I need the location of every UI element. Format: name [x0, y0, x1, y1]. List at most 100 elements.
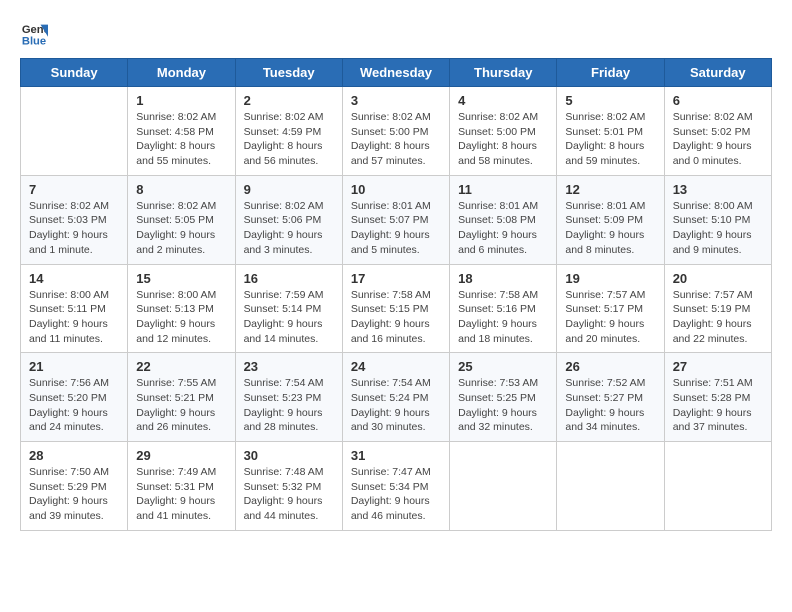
day-number: 10	[351, 182, 441, 197]
calendar-cell: 7 Sunrise: 8:02 AM Sunset: 5:03 PM Daylig…	[21, 175, 128, 264]
day-number: 2	[244, 93, 334, 108]
day-info: Sunrise: 8:02 AM Sunset: 5:00 PM Dayligh…	[351, 110, 441, 169]
day-info: Sunrise: 7:47 AM Sunset: 5:34 PM Dayligh…	[351, 465, 441, 524]
calendar-cell: 4 Sunrise: 8:02 AM Sunset: 5:00 PM Daylig…	[450, 87, 557, 176]
calendar-cell: 16 Sunrise: 7:59 AM Sunset: 5:14 PM Dayli…	[235, 264, 342, 353]
day-number: 1	[136, 93, 226, 108]
day-number: 23	[244, 359, 334, 374]
calendar-cell: 25 Sunrise: 7:53 AM Sunset: 5:25 PM Dayli…	[450, 353, 557, 442]
day-number: 15	[136, 271, 226, 286]
day-info: Sunrise: 7:51 AM Sunset: 5:28 PM Dayligh…	[673, 376, 763, 435]
col-header-friday: Friday	[557, 59, 664, 87]
calendar-cell: 14 Sunrise: 8:00 AM Sunset: 5:11 PM Dayli…	[21, 264, 128, 353]
calendar-cell	[450, 442, 557, 531]
calendar-cell: 28 Sunrise: 7:50 AM Sunset: 5:29 PM Dayli…	[21, 442, 128, 531]
day-info: Sunrise: 8:02 AM Sunset: 5:01 PM Dayligh…	[565, 110, 655, 169]
day-info: Sunrise: 7:54 AM Sunset: 5:23 PM Dayligh…	[244, 376, 334, 435]
day-number: 9	[244, 182, 334, 197]
calendar-cell: 8 Sunrise: 8:02 AM Sunset: 5:05 PM Daylig…	[128, 175, 235, 264]
calendar-cell: 21 Sunrise: 7:56 AM Sunset: 5:20 PM Dayli…	[21, 353, 128, 442]
calendar-cell: 30Sunrise: 7:48 AM Sunset: 5:32 PM Dayli…	[235, 442, 342, 531]
day-info: Sunrise: 7:49 AM Sunset: 5:31 PM Dayligh…	[136, 465, 226, 524]
calendar-cell: 17 Sunrise: 7:58 AM Sunset: 5:15 PM Dayli…	[342, 264, 449, 353]
calendar-cell: 12 Sunrise: 8:01 AM Sunset: 5:09 PM Dayli…	[557, 175, 664, 264]
calendar-cell: 11 Sunrise: 8:01 AM Sunset: 5:08 PM Dayli…	[450, 175, 557, 264]
calendar-cell: 29Sunrise: 7:49 AM Sunset: 5:31 PM Dayli…	[128, 442, 235, 531]
day-number: 6	[673, 93, 763, 108]
day-number: 5	[565, 93, 655, 108]
header-row: SundayMondayTuesdayWednesdayThursdayFrid…	[21, 59, 772, 87]
day-info: Sunrise: 7:59 AM Sunset: 5:14 PM Dayligh…	[244, 288, 334, 347]
calendar-cell: 22Sunrise: 7:55 AM Sunset: 5:21 PM Dayli…	[128, 353, 235, 442]
col-header-wednesday: Wednesday	[342, 59, 449, 87]
calendar-cell: 19Sunrise: 7:57 AM Sunset: 5:17 PM Dayli…	[557, 264, 664, 353]
day-number: 26	[565, 359, 655, 374]
col-header-sunday: Sunday	[21, 59, 128, 87]
day-info: Sunrise: 8:01 AM Sunset: 5:07 PM Dayligh…	[351, 199, 441, 258]
day-info: Sunrise: 8:00 AM Sunset: 5:10 PM Dayligh…	[673, 199, 763, 258]
calendar-cell: 9Sunrise: 8:02 AM Sunset: 5:06 PM Daylig…	[235, 175, 342, 264]
col-header-tuesday: Tuesday	[235, 59, 342, 87]
day-number: 28	[29, 448, 119, 463]
calendar-cell: 31 Sunrise: 7:47 AM Sunset: 5:34 PM Dayli…	[342, 442, 449, 531]
day-number: 22	[136, 359, 226, 374]
day-info: Sunrise: 7:48 AM Sunset: 5:32 PM Dayligh…	[244, 465, 334, 524]
day-info: Sunrise: 7:50 AM Sunset: 5:29 PM Dayligh…	[29, 465, 119, 524]
day-info: Sunrise: 7:54 AM Sunset: 5:24 PM Dayligh…	[351, 376, 441, 435]
day-info: Sunrise: 8:02 AM Sunset: 4:59 PM Dayligh…	[244, 110, 334, 169]
col-header-monday: Monday	[128, 59, 235, 87]
day-number: 16	[244, 271, 334, 286]
day-number: 18	[458, 271, 548, 286]
day-info: Sunrise: 8:02 AM Sunset: 5:02 PM Dayligh…	[673, 110, 763, 169]
day-number: 8	[136, 182, 226, 197]
week-row-3: 14 Sunrise: 8:00 AM Sunset: 5:11 PM Dayli…	[21, 264, 772, 353]
day-number: 12	[565, 182, 655, 197]
calendar-cell: 6 Sunrise: 8:02 AM Sunset: 5:02 PM Daylig…	[664, 87, 771, 176]
calendar-cell: 10 Sunrise: 8:01 AM Sunset: 5:07 PM Dayli…	[342, 175, 449, 264]
calendar-cell: 15 Sunrise: 8:00 AM Sunset: 5:13 PM Dayli…	[128, 264, 235, 353]
day-info: Sunrise: 7:57 AM Sunset: 5:19 PM Dayligh…	[673, 288, 763, 347]
day-info: Sunrise: 7:58 AM Sunset: 5:16 PM Dayligh…	[458, 288, 548, 347]
calendar-cell: 24 Sunrise: 7:54 AM Sunset: 5:24 PM Dayli…	[342, 353, 449, 442]
calendar-cell	[557, 442, 664, 531]
day-number: 27	[673, 359, 763, 374]
calendar-cell: 27 Sunrise: 7:51 AM Sunset: 5:28 PM Dayli…	[664, 353, 771, 442]
svg-text:Blue: Blue	[22, 35, 46, 47]
day-number: 25	[458, 359, 548, 374]
logo-icon: General Blue	[20, 20, 48, 48]
day-info: Sunrise: 8:00 AM Sunset: 5:13 PM Dayligh…	[136, 288, 226, 347]
day-number: 20	[673, 271, 763, 286]
week-row-2: 7 Sunrise: 8:02 AM Sunset: 5:03 PM Daylig…	[21, 175, 772, 264]
day-number: 13	[673, 182, 763, 197]
day-info: Sunrise: 8:02 AM Sunset: 5:03 PM Dayligh…	[29, 199, 119, 258]
day-info: Sunrise: 8:02 AM Sunset: 5:05 PM Dayligh…	[136, 199, 226, 258]
day-number: 19	[565, 271, 655, 286]
day-info: Sunrise: 7:52 AM Sunset: 5:27 PM Dayligh…	[565, 376, 655, 435]
calendar-cell: 1Sunrise: 8:02 AM Sunset: 4:58 PM Daylig…	[128, 87, 235, 176]
logo: General Blue	[20, 20, 52, 48]
day-info: Sunrise: 7:53 AM Sunset: 5:25 PM Dayligh…	[458, 376, 548, 435]
day-info: Sunrise: 8:01 AM Sunset: 5:08 PM Dayligh…	[458, 199, 548, 258]
day-number: 11	[458, 182, 548, 197]
day-number: 31	[351, 448, 441, 463]
day-number: 21	[29, 359, 119, 374]
day-info: Sunrise: 8:02 AM Sunset: 5:00 PM Dayligh…	[458, 110, 548, 169]
calendar-cell: 18 Sunrise: 7:58 AM Sunset: 5:16 PM Dayli…	[450, 264, 557, 353]
col-header-thursday: Thursday	[450, 59, 557, 87]
day-number: 14	[29, 271, 119, 286]
day-number: 3	[351, 93, 441, 108]
calendar-cell	[664, 442, 771, 531]
day-info: Sunrise: 8:00 AM Sunset: 5:11 PM Dayligh…	[29, 288, 119, 347]
week-row-4: 21 Sunrise: 7:56 AM Sunset: 5:20 PM Dayli…	[21, 353, 772, 442]
day-info: Sunrise: 7:56 AM Sunset: 5:20 PM Dayligh…	[29, 376, 119, 435]
day-info: Sunrise: 8:01 AM Sunset: 5:09 PM Dayligh…	[565, 199, 655, 258]
day-number: 4	[458, 93, 548, 108]
day-number: 7	[29, 182, 119, 197]
day-number: 17	[351, 271, 441, 286]
calendar-cell: 3 Sunrise: 8:02 AM Sunset: 5:00 PM Daylig…	[342, 87, 449, 176]
day-number: 24	[351, 359, 441, 374]
day-info: Sunrise: 7:58 AM Sunset: 5:15 PM Dayligh…	[351, 288, 441, 347]
calendar-cell: 26 Sunrise: 7:52 AM Sunset: 5:27 PM Dayli…	[557, 353, 664, 442]
calendar-cell: 23 Sunrise: 7:54 AM Sunset: 5:23 PM Dayli…	[235, 353, 342, 442]
calendar-cell: 2 Sunrise: 8:02 AM Sunset: 4:59 PM Daylig…	[235, 87, 342, 176]
